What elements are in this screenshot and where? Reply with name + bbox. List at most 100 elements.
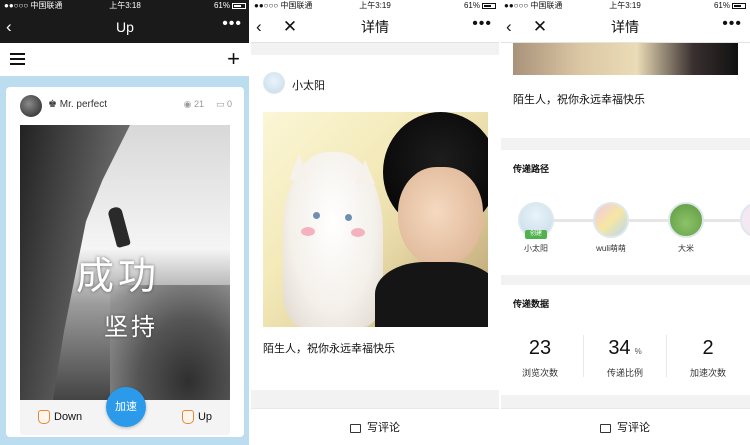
view-count-value: 21 [193,99,204,109]
feed-screen: ●●○○○ 中国联通 上午3:18 61% ‹ Up ••• + ♚ Mr. p… [0,0,250,445]
cat-eye-left [313,212,320,219]
status-bar: ●●○○○ 中国联通 上午3:18 61% [0,0,250,11]
post-caption: 陌生人，祝你永远幸福快乐 [263,343,395,355]
plus-icon[interactable]: + [227,48,240,70]
divider [666,335,667,377]
stat-label: 加速次数 [689,368,726,378]
down-button[interactable]: Down [38,410,82,424]
battery-icon [732,2,746,9]
stat-accelerations: 2 加速次数 [668,337,748,379]
detail-stats-screen: ●●○○○ 中国联通 上午3:19 61% ‹ ✕ 详情 ••• 陌生人，祝你永… [500,0,750,445]
nav-bar: ‹ Up ••• [0,11,250,43]
comment-icon [350,423,361,433]
comment-icon [600,423,611,433]
comment-count-value: 0 [226,99,232,109]
stat-label: 传递比例 [606,368,643,378]
section-title: 传递路径 [513,164,550,174]
landscape-shape [110,285,230,400]
feed-toolbar: + [0,43,250,76]
up-button[interactable]: Up [181,410,212,424]
stat-views: 23 浏览次数 [500,337,580,379]
image-text-success: 成功 [76,254,161,298]
stat-value: 34 [608,337,631,359]
battery-indicator: 61% [714,0,746,11]
post-photo-cropped[interactable] [513,43,738,75]
cat-eye-right [345,214,352,221]
climber-figure [107,205,131,249]
stat-transfer-ratio: 34% 传递比例 [585,337,665,379]
cat-ear-right [355,160,375,184]
panel-separator [249,0,251,445]
battery-percent: 61% [213,1,230,10]
panel-separator [499,0,501,445]
battery-indicator: 61% [464,0,496,11]
status-time: 上午3:18 [109,1,141,10]
screenshot-collage: ●●○○○ 中国联通 上午3:18 61% ‹ Up ••• + ♚ Mr. p… [0,0,750,445]
hamburger-menu-icon[interactable] [10,53,25,65]
post-username[interactable]: 小太阳 [292,77,325,93]
page-title: 详情 [611,19,639,35]
status-time: 上午3:19 [609,1,641,10]
avatar[interactable] [263,72,285,94]
accelerate-button[interactable]: 加速 [106,387,146,427]
divider [583,335,584,377]
more-button[interactable]: ••• [722,15,742,35]
path-node-label: 大米 [678,244,694,253]
more-button[interactable]: ••• [222,15,242,35]
person-face [398,167,483,267]
avatar[interactable] [20,95,42,117]
image-text-persist: 坚持 [104,313,158,341]
detail-screen: ●●○○○ 中国联通 上午3:19 61% ‹ ✕ 详情 ••• 小太阳 陌生人… [250,0,500,445]
page-title: 详情 [361,19,389,35]
path-node-label: wuli萌萌 [596,244,626,253]
write-comment-button[interactable]: 写评论 [500,419,750,435]
down-label: Down [54,410,83,423]
created-badge: 创建 [525,230,547,239]
view-count: ◉ 21 [184,99,204,110]
person-shirt [375,262,488,327]
stat-value: 23 [528,337,552,359]
battery-icon [482,2,496,9]
battery-percent: 61% [713,1,730,10]
up-label: Up [197,410,212,423]
post-username-text: Mr. perfect [59,99,107,110]
stat-label: 浏览次数 [521,368,558,378]
transfer-path-section: 传递路径 创建 小太阳 wuli萌萌 大米 [500,150,750,275]
comment-count: ▭ 0 [216,99,232,110]
battery-indicator: 61% [214,0,246,11]
nav-bar: ‹ ✕ 详情 ••• [250,11,500,43]
nav-bar: ‹ ✕ 详情 ••• [500,11,750,43]
stat-value: 2 [702,337,714,359]
more-button[interactable]: ••• [472,15,492,35]
write-comment-button[interactable]: 写评论 [250,419,500,435]
section-title: 传递数据 [513,299,550,309]
comment-icon: ▭ [215,99,225,109]
thumb-down-icon [38,410,50,424]
path-node-avatar[interactable] [668,202,704,238]
post-image[interactable]: 成功 坚持 [20,125,230,400]
post-photo[interactable] [263,112,488,327]
battery-icon [232,2,246,9]
post-caption: 陌生人，祝你永远幸福快乐 [513,94,645,106]
write-comment-label: 写评论 [617,422,650,434]
comment-bar: 写评论 [500,408,750,445]
thumb-up-icon [181,410,194,424]
path-line [528,219,750,222]
comment-bar: 写评论 [250,408,500,445]
post-username[interactable]: ♚ Mr. perfect [48,99,107,110]
cat-blush-left [301,227,315,236]
status-bar: ●●○○○ 中国联通 上午3:19 61% [500,0,750,11]
page-title: Up [116,19,134,35]
status-time: 上午3:19 [359,1,391,10]
write-comment-label: 写评论 [367,422,400,434]
path-node-avatar[interactable] [593,202,629,238]
transfer-data-section: 传递数据 23 浏览次数 34% 传递比例 2 加速次数 [500,285,750,395]
post-card[interactable]: ♚ Mr. perfect ◉ 21 ▭ 0 成功 坚持 Down Up 加速 [6,87,244,437]
path-node-label: 小太阳 [524,244,548,253]
path-node-avatar-partial[interactable] [740,202,750,238]
cat-blush-right [351,228,365,237]
post-summary: 陌生人，祝你永远幸福快乐 [500,43,750,138]
cat-ear-left [289,154,309,180]
post-detail: 小太阳 陌生人，祝你永远幸福快乐 [250,55,500,390]
status-bar: ●●○○○ 中国联通 上午3:19 61% [250,0,500,11]
